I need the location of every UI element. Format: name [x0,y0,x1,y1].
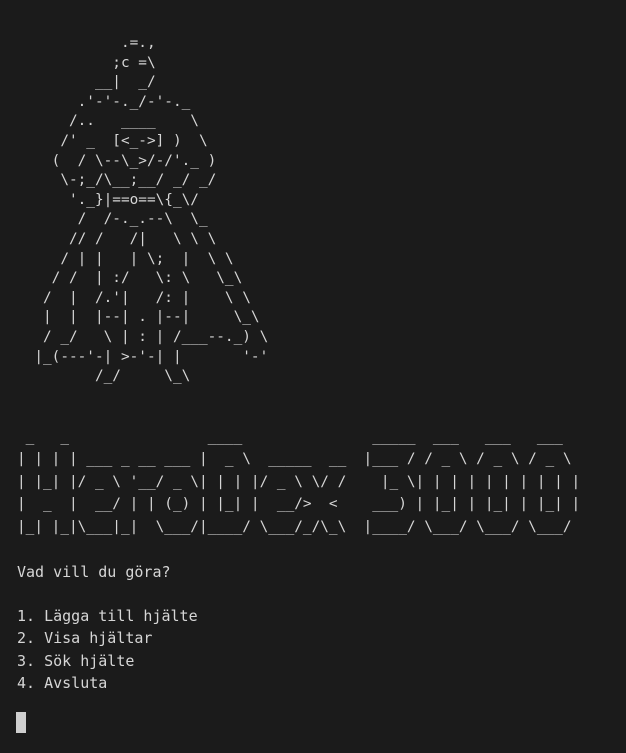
terminal-window: .=., ;c =\ __| _/ .'-'-._/-'-._ /.. ____… [0,0,626,753]
hero-ascii-art: .=., ;c =\ __| _/ .'-'-._/-'-._ /.. ____… [34,35,269,385]
menu-item-exit[interactable]: 4. Avsluta [17,672,198,694]
herodex-logo-ascii: _ _ ____ _____ ___ ___ ___ | | | | ___ _… [17,429,581,535]
main-menu: 1. Lägga till hjälte 2. Visa hjältar 3. … [17,605,198,694]
input-cursor[interactable] [16,712,26,733]
menu-question: Vad vill du göra? [17,563,171,581]
menu-item-show-heroes[interactable]: 2. Visa hjältar [17,627,198,649]
menu-item-search-hero[interactable]: 3. Sök hjälte [17,650,198,672]
menu-item-add-hero[interactable]: 1. Lägga till hjälte [17,605,198,627]
